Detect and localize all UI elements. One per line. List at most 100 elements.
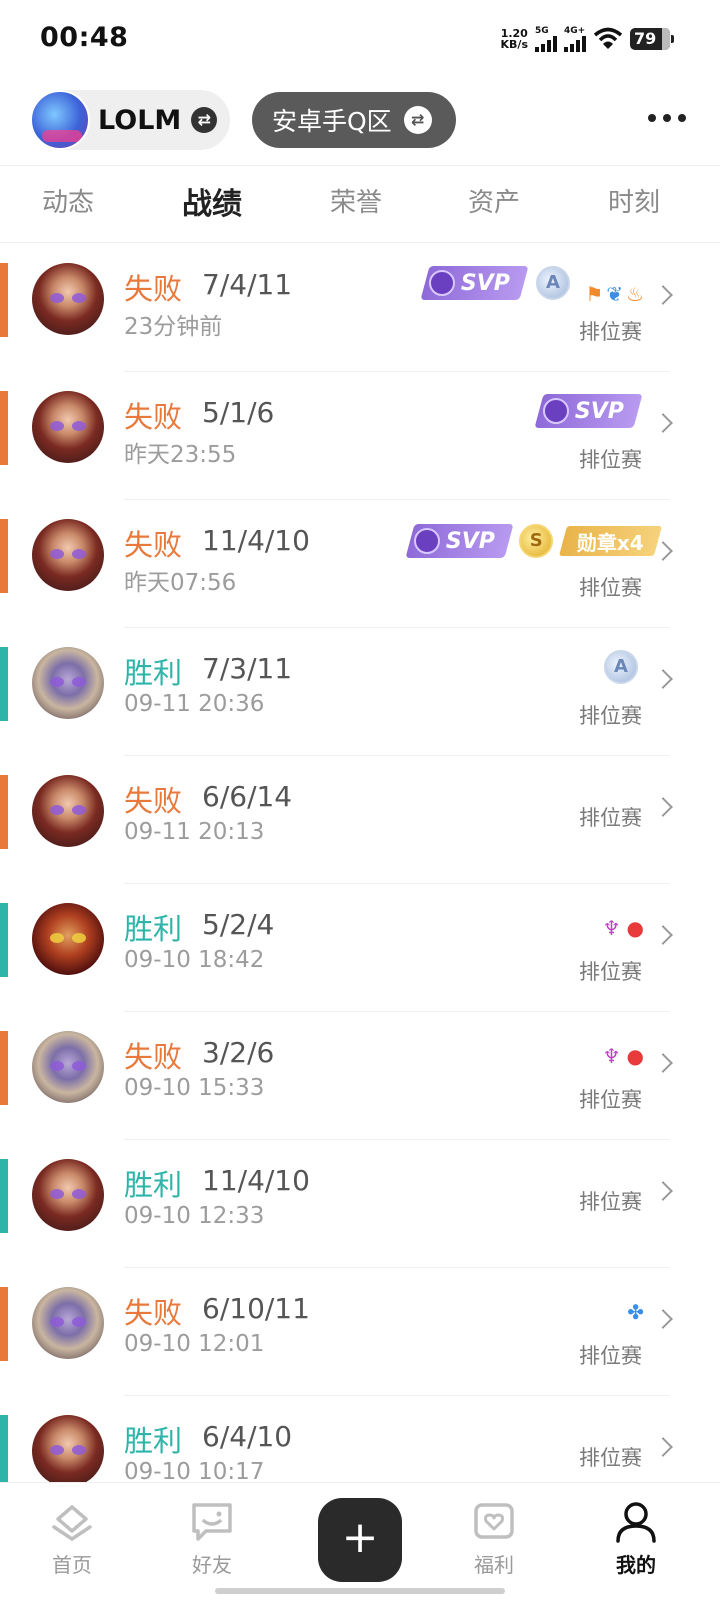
tab-honor[interactable]: 荣誉 <box>330 182 382 219</box>
match-mode: 排位赛 <box>579 576 642 600</box>
result-bar <box>0 647 8 721</box>
medal-badge: 勋章x4 <box>559 526 663 556</box>
hero-avatar <box>32 903 104 975</box>
match-result: 胜利 <box>124 656 183 690</box>
server-switcher[interactable]: 安卓手Q区 ⇄ <box>252 92 456 148</box>
match-row[interactable]: 胜利 5/2/4 09-10 18:42 ♆ ● 排位赛 <box>0 884 720 1012</box>
nav-home[interactable]: 首页 <box>22 1499 122 1578</box>
match-result: 胜利 <box>124 912 183 946</box>
nav-friends[interactable]: 好友 <box>162 1499 262 1578</box>
tab-records[interactable]: 战绩 <box>182 179 242 223</box>
result-bar <box>0 263 8 337</box>
hero-avatar <box>32 1415 104 1482</box>
tab-moments[interactable]: 时刻 <box>608 182 660 219</box>
match-row[interactable]: 失败 5/1/6 昨天23:55 SVP 排位赛 <box>0 372 720 500</box>
svp-badge: SVP <box>420 266 529 300</box>
match-row[interactable]: 胜利 7/3/11 09-11 20:36 A 排位赛 <box>0 628 720 756</box>
home-indicator[interactable] <box>215 1588 505 1594</box>
nav-me[interactable]: 我的 <box>586 1499 686 1578</box>
svp-badge: SVP <box>534 394 643 428</box>
bottom-nav: 首页 好友 + 福利 我的 <box>0 1482 720 1600</box>
match-kda: 11/4/10 <box>202 1164 310 1197</box>
match-kda: 7/3/11 <box>202 652 293 685</box>
match-kda: 3/2/6 <box>202 1036 275 1069</box>
chevron-right-icon <box>653 925 673 945</box>
match-result: 失败 <box>124 1040 183 1074</box>
chevron-right-icon <box>653 1053 673 1073</box>
match-row[interactable]: 失败 6/10/11 09-10 12:01 ✤ 排位赛 <box>0 1268 720 1396</box>
match-row[interactable]: 胜利 11/4/10 09-10 12:33 排位赛 <box>0 1140 720 1268</box>
nav-welfare[interactable]: 福利 <box>444 1499 544 1578</box>
match-result: 失败 <box>124 528 183 562</box>
match-result: 胜利 <box>124 1424 183 1458</box>
sprout-icon: ✤ <box>627 1300 644 1324</box>
match-kda: 7/4/11 <box>202 268 293 301</box>
result-bar <box>0 775 8 849</box>
demon-icon: ♆ <box>602 1044 621 1068</box>
match-time: 09-11 20:36 <box>124 691 265 717</box>
match-row[interactable]: 失败 3/2/6 09-10 15:33 ♆ ● 排位赛 <box>0 1012 720 1140</box>
chevron-right-icon <box>653 285 673 305</box>
tab-bar: 动态 战绩 荣誉 资产 时刻 <box>0 165 720 243</box>
match-kda: 11/4/10 <box>202 524 310 557</box>
match-result: 失败 <box>124 1296 183 1330</box>
match-row[interactable]: 失败 11/4/10 昨天07:56 SVP S 勋章x4 排位赛 <box>0 500 720 628</box>
honor-icons: ♆ ● <box>603 918 644 938</box>
match-list: 失败 7/4/11 23分钟前 SVP A ⚑ ❦ ♨ 排位赛 失败 5/1/6… <box>0 244 720 1482</box>
match-time: 昨天23:55 <box>124 442 237 468</box>
match-time: 09-11 20:13 <box>124 819 265 845</box>
header: LOLM ⇄ 安卓手Q区 ⇄ <box>0 88 720 158</box>
honor-icons: ⚑ ❦ ♨ <box>585 284 644 304</box>
tab-assets[interactable]: 资产 <box>468 182 520 219</box>
svp-badge: SVP <box>405 524 514 558</box>
match-mode: 排位赛 <box>579 806 642 830</box>
hero-avatar <box>32 647 104 719</box>
result-bar <box>0 903 8 977</box>
battery-icon: 79 <box>630 28 674 50</box>
nav-label: 首页 <box>52 1553 92 1577</box>
home-icon <box>52 1505 92 1542</box>
status-bar: 00:48 1.20 KB/s 5G 4G+ 79 <box>0 0 720 78</box>
result-bar <box>0 1031 8 1105</box>
match-kda: 5/2/4 <box>202 908 275 941</box>
match-result: 失败 <box>124 272 183 306</box>
swap-icon: ⇄ <box>403 106 432 134</box>
match-kda: 6/4/10 <box>202 1420 293 1453</box>
match-row[interactable]: 失败 6/6/14 09-11 20:13 排位赛 <box>0 756 720 884</box>
add-post-button[interactable]: + <box>318 1498 402 1582</box>
clock: 00:48 <box>40 22 129 53</box>
hero-avatar <box>32 775 104 847</box>
result-bar <box>0 1159 8 1233</box>
match-result: 失败 <box>124 400 183 434</box>
chevron-right-icon <box>653 797 673 817</box>
result-bar <box>0 391 8 465</box>
match-time: 昨天07:56 <box>124 570 237 596</box>
nav-label: 福利 <box>474 1553 514 1577</box>
hero-avatar <box>32 1031 104 1103</box>
more-horizontal-icon[interactable] <box>642 104 692 132</box>
game-name: LOLM <box>98 104 182 136</box>
match-mode: 排位赛 <box>579 320 642 344</box>
gift-heart-icon <box>474 1503 514 1539</box>
match-mode: 排位赛 <box>579 1344 642 1368</box>
match-row[interactable]: 胜利 6/4/10 09-10 10:17 排位赛 <box>0 1396 720 1482</box>
hero-avatar <box>32 1287 104 1359</box>
chevron-right-icon <box>653 669 673 689</box>
flag-icon: ⚑ <box>585 282 604 306</box>
match-time: 09-10 12:01 <box>124 1331 265 1357</box>
tab-feed[interactable]: 动态 <box>42 182 94 219</box>
net-speed: 1.20 KB/s <box>500 27 528 51</box>
match-time: 09-10 12:33 <box>124 1203 265 1229</box>
game-switcher[interactable]: LOLM ⇄ <box>30 90 230 150</box>
result-bar <box>0 1287 8 1361</box>
nav-label: 我的 <box>616 1553 656 1577</box>
signal-4g-icon: 4G+ <box>564 26 586 52</box>
chevron-right-icon <box>653 1437 673 1457</box>
match-row[interactable]: 失败 7/4/11 23分钟前 SVP A ⚑ ❦ ♨ 排位赛 <box>0 244 720 372</box>
chevron-right-icon <box>653 1309 673 1329</box>
wifi-icon <box>593 27 623 49</box>
chevron-right-icon <box>653 1181 673 1201</box>
rating-a-badge: A <box>536 266 570 300</box>
match-badges: SVP A <box>420 266 570 300</box>
match-badges: SVP <box>534 394 643 428</box>
